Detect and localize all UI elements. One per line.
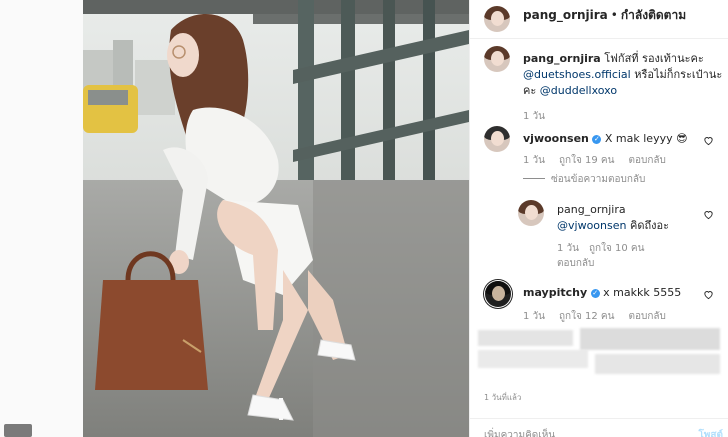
caption-mention-2[interactable]: @duddellxoxo — [540, 84, 617, 97]
reply-avatar[interactable] — [518, 200, 544, 226]
comment-avatar[interactable] — [485, 281, 511, 307]
header-text: pang_ornjira • กำลังติดตาม — [523, 6, 686, 25]
left-margin — [0, 0, 83, 437]
separator-dot: • — [610, 8, 618, 22]
comment-likes[interactable]: ถูกใจ 12 คน — [559, 311, 614, 322]
comment-body: x makkk 5555 — [603, 286, 682, 299]
caption-meta: 1 วัน — [523, 109, 559, 124]
comment-meta: 1 วัน ถูกใจ 19 คน ตอบกลับ — [523, 153, 680, 168]
comment-avatar[interactable] — [484, 126, 510, 152]
caption-text-1: โฟกัสที่ รองเท้านะคะ — [604, 52, 704, 65]
hide-replies-label[interactable]: ซ่อนข้อความตอบกลับ — [551, 174, 645, 185]
add-comment-bar: เพิ่มความคิดเห็น โพสต์ — [470, 418, 728, 437]
comment-text: vjwoonsen ✓ X mak leyyy 😎 — [523, 131, 703, 147]
reply-meta: 1 วัน ถูกใจ 10 คนตอบกลับ — [557, 241, 667, 271]
post-header: pang_ornjira • กำลังติดตาม — [470, 0, 728, 39]
like-heart-icon[interactable] — [703, 209, 714, 220]
verified-icon: ✓ — [592, 135, 602, 144]
comment-text: maypitchy ✓ x makkk 5555 — [523, 285, 703, 301]
comment-reply-button[interactable]: ตอบกลับ — [628, 155, 665, 166]
author-avatar[interactable] — [484, 6, 510, 32]
reply-text: pang_ornjira @vjwoonsen คิดถึงอะ — [557, 202, 697, 234]
like-heart-icon[interactable] — [703, 289, 714, 300]
caption-text: pang_ornjira โฟกัสที่ รองเท้านะคะ @duets… — [523, 51, 723, 99]
blurred-actions-area — [470, 322, 728, 382]
reply-mention[interactable]: @vjwoonsen — [557, 219, 626, 232]
caption-time[interactable]: 1 วัน — [523, 111, 545, 122]
reply-body: คิดถึงอะ — [629, 219, 670, 232]
reply-reply-button[interactable]: ตอบกลับ — [557, 258, 594, 269]
hide-replies[interactable]: ซ่อนข้อความตอบกลับ — [523, 172, 645, 187]
comment-time[interactable]: 1 วัน — [523, 155, 545, 166]
caption-mention-1[interactable]: @duetshoes.official — [523, 68, 631, 81]
post-time-ago[interactable]: 1 วันที่แล้ว — [484, 391, 521, 404]
comments-panel: pang_ornjira • กำลังติดตาม pang_ornjira โฟ… — [469, 0, 728, 437]
comment-body: X mak leyyy — [604, 132, 673, 145]
verified-icon: ✓ — [590, 289, 600, 298]
sunglasses-emoji-icon: 😎 — [676, 132, 688, 145]
caption-username[interactable]: pang_ornjira — [523, 52, 601, 65]
reply-time[interactable]: 1 วัน — [557, 243, 579, 254]
post-comment-button[interactable]: โพสต์ — [698, 428, 723, 437]
corner-thumbnail — [4, 424, 32, 437]
reply-username[interactable]: pang_ornjira — [557, 203, 626, 216]
post-photo-image — [83, 0, 469, 437]
hide-replies-line — [523, 178, 545, 179]
reply-likes[interactable]: ถูกใจ 10 คน — [589, 243, 644, 254]
comment-username[interactable]: maypitchy — [523, 286, 587, 299]
add-comment-input[interactable]: เพิ่มความคิดเห็น — [484, 428, 555, 437]
caption-avatar[interactable] — [484, 46, 510, 72]
comment-time[interactable]: 1 วัน — [523, 311, 545, 322]
author-username[interactable]: pang_ornjira — [523, 8, 608, 22]
comment-username[interactable]: vjwoonsen — [523, 132, 589, 145]
follow-state[interactable]: กำลังติดตาม — [621, 8, 686, 22]
post-photo[interactable] — [83, 0, 469, 437]
like-heart-icon[interactable] — [703, 135, 714, 146]
comment-likes[interactable]: ถูกใจ 19 คน — [559, 155, 614, 166]
comment-reply-button[interactable]: ตอบกลับ — [628, 311, 665, 322]
